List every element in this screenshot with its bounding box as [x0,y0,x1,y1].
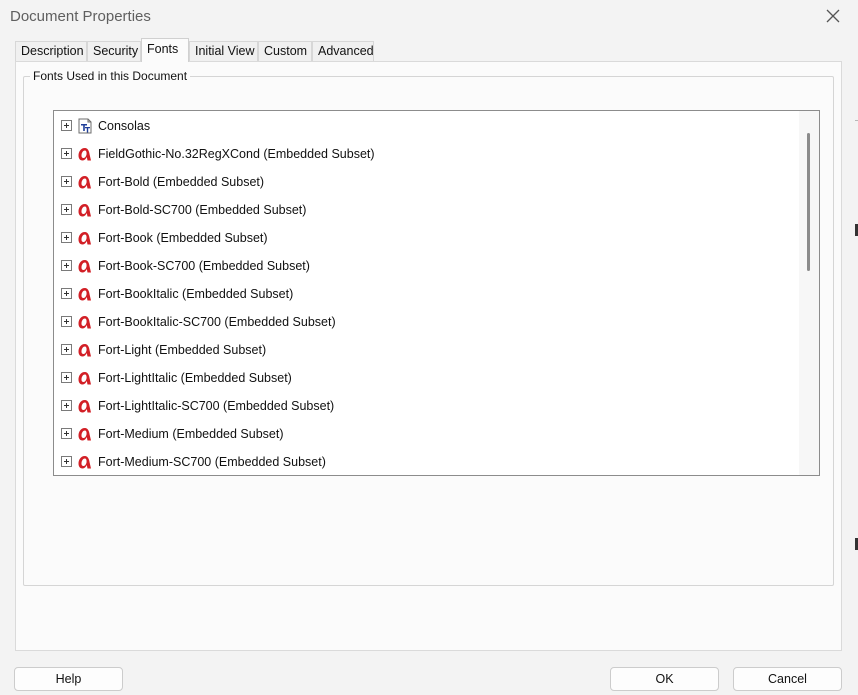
tab-description[interactable]: Description [15,41,87,61]
fonts-tree[interactable]: Consolas FieldGothic-No.32RegXCond (Embe… [53,110,820,476]
font-name: Fort-Book-SC700 (Embedded Subset) [98,259,310,273]
expand-icon[interactable] [61,148,72,159]
fonts-used-label: Fonts Used in this Document [30,69,191,83]
font-name: Fort-BookItalic-SC700 (Embedded Subset) [98,315,336,329]
tab-advanced[interactable]: Advanced [312,41,374,61]
opentype-font-icon [78,344,91,357]
tree-item[interactable]: Fort-Light (Embedded Subset) [54,336,794,364]
scrollbar-thumb[interactable] [807,133,810,271]
expand-icon[interactable] [61,120,72,131]
opentype-font-icon [78,148,91,161]
tab-fonts[interactable]: Fonts [141,38,189,62]
tree-item[interactable]: Consolas [54,112,794,140]
title-bar: Document Properties [0,0,858,33]
fonts-used-group: Fonts Used in this Document Consolas Fie… [23,69,834,586]
vertical-scrollbar[interactable] [799,111,819,475]
opentype-font-icon [78,176,91,189]
opentype-font-icon [78,456,91,469]
expand-icon[interactable] [61,316,72,327]
expand-icon[interactable] [61,400,72,411]
font-name: Fort-Medium-SC700 (Embedded Subset) [98,455,326,469]
opentype-font-icon [78,260,91,273]
expand-icon[interactable] [61,372,72,383]
tree-item[interactable]: Fort-Book-SC700 (Embedded Subset) [54,252,794,280]
font-name: Fort-Bold-SC700 (Embedded Subset) [98,203,307,217]
expand-icon[interactable] [61,176,72,187]
tab-initial-view[interactable]: Initial View [189,41,258,61]
expand-icon[interactable] [61,456,72,467]
opentype-font-icon [78,428,91,441]
tree-item[interactable]: Fort-LightItalic-SC700 (Embedded Subset) [54,392,794,420]
font-name: Fort-Medium (Embedded Subset) [98,427,284,441]
tree-item[interactable]: Fort-Book (Embedded Subset) [54,224,794,252]
tree-item[interactable]: Fort-Bold-SC700 (Embedded Subset) [54,196,794,224]
ok-button[interactable]: OK [610,667,719,691]
tab-security[interactable]: Security [87,41,141,61]
cancel-button[interactable]: Cancel [733,667,842,691]
help-button[interactable]: Help [14,667,123,691]
opentype-font-icon [78,400,91,413]
opentype-font-icon [78,288,91,301]
expand-icon[interactable] [61,204,72,215]
tree-item[interactable]: Fort-BookItalic (Embedded Subset) [54,280,794,308]
opentype-font-icon [78,372,91,385]
opentype-font-icon [78,316,91,329]
tree-item[interactable]: Fort-Bold (Embedded Subset) [54,168,794,196]
font-name: FieldGothic-No.32RegXCond (Embedded Subs… [98,147,375,161]
font-name: Consolas [98,119,151,133]
expand-icon[interactable] [61,344,72,355]
font-name: Fort-Light (Embedded Subset) [98,343,267,357]
tree-item[interactable]: Fort-Medium (Embedded Subset) [54,420,794,448]
tree-item[interactable]: Fort-Medium-SC700 (Embedded Subset) [54,448,794,475]
fonts-tab-panel: Fonts Used in this Document Consolas Fie… [15,61,842,651]
tree-item[interactable]: FieldGothic-No.32RegXCond (Embedded Subs… [54,140,794,168]
opentype-font-icon [78,204,91,217]
font-name: Fort-BookItalic (Embedded Subset) [98,287,294,301]
font-name: Fort-Bold (Embedded Subset) [98,175,265,189]
tree-item[interactable]: Fort-BookItalic-SC700 (Embedded Subset) [54,308,794,336]
font-name: Fort-Book (Embedded Subset) [98,231,268,245]
expand-icon[interactable] [61,288,72,299]
truetype-font-icon [78,118,92,134]
opentype-font-icon [78,232,91,245]
tab-custom[interactable]: Custom [258,41,312,61]
font-name: Fort-LightItalic (Embedded Subset) [98,371,292,385]
close-icon[interactable] [824,7,842,25]
expand-icon[interactable] [61,260,72,271]
dialog-title: Document Properties [10,8,151,25]
font-name: Fort-LightItalic-SC700 (Embedded Subset) [98,399,335,413]
expand-icon[interactable] [61,232,72,243]
expand-icon[interactable] [61,428,72,439]
document-properties-dialog: Document Properties Description Security… [0,0,858,695]
tree-item[interactable]: Fort-LightItalic (Embedded Subset) [54,364,794,392]
